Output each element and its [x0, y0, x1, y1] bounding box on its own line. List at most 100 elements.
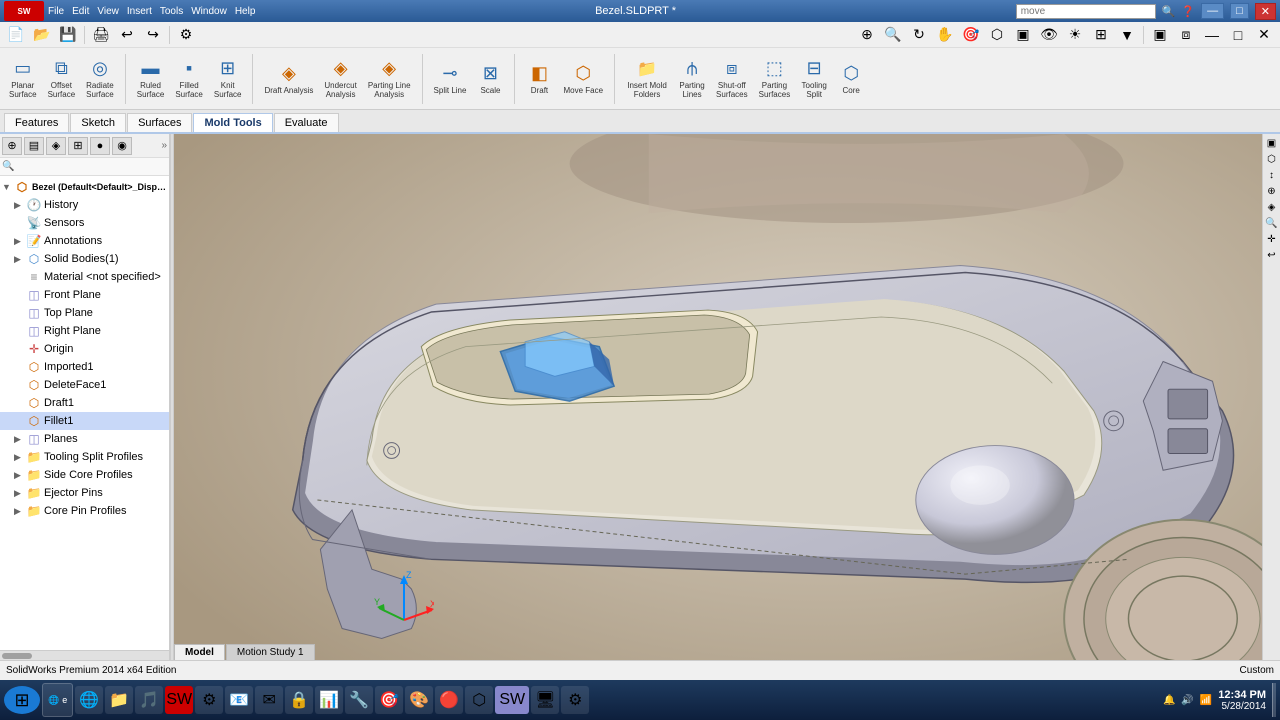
title-bar-view-menu[interactable]: View	[97, 6, 119, 17]
tree-item-origin[interactable]: ✛ Origin	[0, 340, 169, 358]
tree-item-ejector-pins[interactable]: ▶ 📁 Ejector Pins	[0, 484, 169, 502]
tooling-split-profiles-expand[interactable]: ▶	[14, 452, 26, 463]
knit-surface-button[interactable]: ⊞ KnitSurface	[209, 53, 247, 105]
parting-lines-button[interactable]: ⫛ PartingLines	[674, 53, 710, 105]
right-btn8[interactable]: ↩	[1265, 248, 1279, 262]
taskbar-media[interactable]: 🎵	[135, 686, 163, 714]
right-btn3[interactable]: ↕	[1265, 168, 1279, 182]
split-line-button[interactable]: ⊸ Split Line	[429, 53, 472, 105]
taskbar-app7[interactable]: 🔧	[345, 686, 373, 714]
right-btn4[interactable]: ⊕	[1265, 184, 1279, 198]
panel-hscroll-thumb[interactable]	[2, 653, 32, 659]
taskbar-app3[interactable]: 📧	[225, 686, 253, 714]
shutoff-surfaces-button[interactable]: ⧈ Shut-offSurfaces	[711, 53, 753, 105]
taskbar-sw-active[interactable]: SW	[495, 686, 529, 714]
parting-line-analysis-button[interactable]: ◈ Parting LineAnalysis	[363, 53, 416, 105]
tree-item-planes[interactable]: ▶ ◫ Planes	[0, 430, 169, 448]
taskbar-app8[interactable]: 🎯	[375, 686, 403, 714]
display-style[interactable]: ▣	[1011, 24, 1035, 46]
title-bar-file-menu[interactable]: File	[48, 6, 64, 17]
planar-surface-button[interactable]: ▭ PlanarSurface	[4, 53, 42, 105]
ejector-pins-expand[interactable]: ▶	[14, 488, 26, 499]
view-orient[interactable]: 🎯	[959, 24, 983, 46]
tree-item-draft1[interactable]: ⬡ Draft1	[0, 394, 169, 412]
start-button[interactable]: ⊞	[4, 686, 40, 714]
tree-item-top-plane[interactable]: ◫ Top Plane	[0, 304, 169, 322]
panel-btn5[interactable]: ●	[90, 137, 110, 155]
new-button[interactable]: 📄	[4, 24, 28, 46]
title-bar-edit-menu[interactable]: Edit	[72, 6, 89, 17]
title-bar-insert-menu[interactable]: Insert	[127, 6, 152, 17]
undercut-analysis-button[interactable]: ◈ UndercutAnalysis	[319, 53, 361, 105]
taskbar-app2[interactable]: ⚙	[195, 686, 223, 714]
minimize-button[interactable]: —	[1201, 3, 1224, 19]
core-pin-profiles-expand[interactable]: ▶	[14, 506, 26, 517]
title-bar-window-menu[interactable]: Window	[191, 6, 227, 17]
parting-surfaces-button[interactable]: ⬚ PartingSurfaces	[754, 53, 796, 105]
tree-root[interactable]: ▼ ⬡ Bezel (Default<Default>_Display)	[0, 178, 169, 196]
tree-item-right-plane[interactable]: ◫ Right Plane	[0, 322, 169, 340]
taskbar-chrome[interactable]: 🌐	[75, 686, 103, 714]
tab-sketch[interactable]: Sketch	[70, 113, 126, 132]
tree-item-history[interactable]: ▶ 🕐 History	[0, 196, 169, 214]
panel-btn1[interactable]: ⊕	[2, 137, 22, 155]
window-close[interactable]: ✕	[1252, 24, 1276, 46]
tab-features[interactable]: Features	[4, 113, 69, 132]
search-input[interactable]	[1016, 4, 1156, 19]
taskbar-show-desktop[interactable]	[1272, 683, 1276, 717]
title-bar-tools-menu[interactable]: Tools	[160, 6, 183, 17]
annotations-expand[interactable]: ▶	[14, 236, 26, 247]
panel-hscroll[interactable]	[0, 650, 169, 660]
more-views[interactable]: ▼	[1115, 24, 1139, 46]
zoom-in[interactable]: 🔍	[881, 24, 905, 46]
core-button[interactable]: ⬡ Core	[833, 53, 869, 105]
right-btn2[interactable]: ⬡	[1265, 152, 1279, 166]
tooling-split-button[interactable]: ⊟ ToolingSplit	[796, 53, 832, 105]
window-minimize[interactable]: —	[1200, 24, 1224, 46]
root-expand[interactable]: ▼	[2, 182, 14, 192]
apply-scene[interactable]: ☀	[1063, 24, 1087, 46]
move-face-button[interactable]: ⬡ Move Face	[558, 53, 608, 105]
solid-bodies-expand[interactable]: ▶	[14, 254, 26, 265]
save-button[interactable]: 💾	[56, 24, 80, 46]
tree-item-annotations[interactable]: ▶ 📝 Annotations	[0, 232, 169, 250]
insert-mold-folders-button[interactable]: 📁 Insert MoldFolders	[621, 53, 673, 105]
help-icon[interactable]: ❓	[1181, 5, 1195, 18]
taskbar-icon-network[interactable]: 📶	[1200, 695, 1212, 706]
window-layout1[interactable]: ▣	[1148, 24, 1172, 46]
tab-mold-tools[interactable]: Mold Tools	[193, 113, 272, 132]
taskbar-files[interactable]: 📁	[105, 686, 133, 714]
filled-surface-button[interactable]: ▪ FilledSurface	[170, 53, 208, 105]
tree-item-tooling-split-profiles[interactable]: ▶ 📁 Tooling Split Profiles	[0, 448, 169, 466]
taskbar-icon-notify[interactable]: 🔔	[1163, 695, 1175, 706]
side-core-profiles-expand[interactable]: ▶	[14, 470, 26, 481]
history-expand[interactable]: ▶	[14, 200, 26, 211]
scale-button[interactable]: ⊠ Scale	[472, 53, 508, 105]
panel-btn3[interactable]: ◈	[46, 137, 66, 155]
taskbar-sw1[interactable]: SW	[165, 686, 193, 714]
taskbar-app11[interactable]: ⬡	[465, 686, 493, 714]
planes-expand[interactable]: ▶	[14, 434, 26, 445]
tab-motion-study[interactable]: Motion Study 1	[226, 644, 315, 660]
panel-btn2[interactable]: ▤	[24, 137, 44, 155]
tree-item-deleteface1[interactable]: ⬡ DeleteFace1	[0, 376, 169, 394]
tree-item-sensors[interactable]: 📡 Sensors	[0, 214, 169, 232]
redo-button[interactable]: ↪	[141, 24, 165, 46]
view-settings[interactable]: ⊞	[1089, 24, 1113, 46]
taskbar-app10[interactable]: 🔴	[435, 686, 463, 714]
tree-item-imported1[interactable]: ⬡ Imported1	[0, 358, 169, 376]
taskbar-explorer[interactable]: 🌐 e	[42, 683, 73, 717]
pan[interactable]: ✋	[933, 24, 957, 46]
tree-item-solid-bodies[interactable]: ▶ ⬡ Solid Bodies(1)	[0, 250, 169, 268]
tree-item-core-pin-profiles[interactable]: ▶ 📁 Core Pin Profiles	[0, 502, 169, 520]
right-btn1[interactable]: ▣	[1265, 136, 1279, 150]
undo-button[interactable]: ↩	[115, 24, 139, 46]
zoom-to-fit[interactable]: ⊕	[855, 24, 879, 46]
section-view[interactable]: ⬡	[985, 24, 1009, 46]
right-btn6[interactable]: 🔍	[1265, 216, 1279, 230]
panel-btn4[interactable]: ⊞	[68, 137, 88, 155]
tree-item-front-plane[interactable]: ◫ Front Plane	[0, 286, 169, 304]
draft-button[interactable]: ◧ Draft	[521, 53, 557, 105]
taskbar-app4[interactable]: ✉	[255, 686, 283, 714]
taskbar-icon-volume[interactable]: 🔊	[1181, 695, 1193, 706]
